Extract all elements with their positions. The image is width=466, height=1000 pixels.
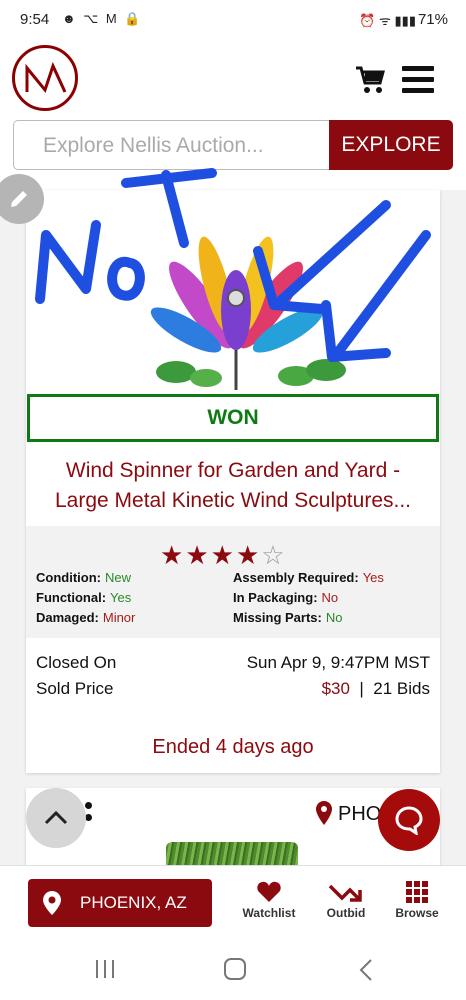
damaged-label: Damaged: bbox=[36, 610, 99, 625]
sold-price-value: $30 | 21 Bids bbox=[322, 679, 430, 699]
menu-icon[interactable] bbox=[402, 66, 434, 99]
product-title[interactable]: Wind Spinner for Garden and Yard - Large… bbox=[26, 456, 440, 516]
nav-watchlist[interactable]: Watchlist bbox=[237, 880, 301, 920]
nav-browse[interactable]: Browse bbox=[385, 880, 449, 920]
location-pin-icon bbox=[316, 801, 332, 825]
status-time: 9:54 bbox=[20, 11, 50, 28]
location-pin-icon bbox=[43, 891, 61, 915]
system-status-icons: ⏰ ᯤ ▮▮▮ bbox=[359, 13, 416, 28]
app-screen: 9:54 ☻ ⌥ M 🔒 ⏰ ᯤ ▮▮▮ 71% Explore Nellis … bbox=[0, 0, 466, 1000]
nav-outbid[interactable]: Outbid bbox=[314, 880, 378, 920]
cart-icon[interactable] bbox=[354, 64, 386, 101]
app-header: Explore Nellis Auction... EXPLORE bbox=[0, 40, 466, 190]
closed-on-label: Closed On bbox=[36, 653, 117, 672]
logo-icon[interactable] bbox=[12, 45, 78, 111]
sold-price-label: Sold Price bbox=[36, 679, 114, 698]
details-panel: ★★★★☆ Condition: New Assembly Required: Ye… bbox=[26, 526, 440, 638]
battery-level: 71% bbox=[417, 11, 448, 28]
chat-button[interactable] bbox=[378, 789, 440, 851]
condition-value: New bbox=[104, 570, 131, 585]
location-selector-button[interactable]: PHOENIX, AZ bbox=[28, 879, 212, 927]
closed-on-value: Sun Apr 9, 9:47PM MST bbox=[246, 653, 430, 672]
chat-icon bbox=[395, 806, 423, 835]
status-bar: 9:54 ☻ ⌥ M 🔒 ⏰ ᯤ ▮▮▮ 71% bbox=[0, 0, 466, 40]
scroll-to-top-button[interactable] bbox=[26, 788, 86, 848]
next-listing-card[interactable]: PHO bbox=[26, 788, 440, 868]
product-image[interactable] bbox=[26, 190, 440, 392]
watchlist-label: Watchlist bbox=[242, 906, 296, 920]
heart-icon bbox=[257, 881, 281, 902]
trend-arrow-icon bbox=[328, 884, 362, 902]
product-title-line-2[interactable]: Large Metal Kinetic Wind Sculptures... bbox=[26, 486, 440, 516]
browse-label: Browse bbox=[395, 906, 439, 920]
star-icon: ★ bbox=[235, 540, 262, 570]
bid-count: 21 Bids bbox=[373, 679, 430, 698]
packaging-value: No bbox=[321, 590, 339, 605]
system-navigation-bar bbox=[0, 937, 466, 1000]
explore-button[interactable]: EXPLORE bbox=[329, 120, 453, 170]
star-icon: ★ bbox=[210, 540, 236, 570]
chevron-up-icon bbox=[44, 810, 68, 825]
damaged-detail: Damaged: Minor bbox=[36, 610, 135, 625]
damaged-value: Minor bbox=[102, 610, 136, 625]
condition-label: Condition: bbox=[36, 570, 101, 585]
missing-parts-label: Missing Parts: bbox=[233, 610, 322, 625]
next-listing-location: PHO bbox=[338, 803, 382, 825]
star-rating: ★★★★☆ bbox=[160, 540, 287, 571]
functional-label: Functional: bbox=[36, 590, 107, 605]
functional-detail: Functional: Yes bbox=[36, 590, 131, 605]
assembly-detail: Assembly Required: Yes bbox=[233, 570, 384, 585]
outbid-label: Outbid bbox=[326, 906, 366, 920]
location-label: PHOENIX, AZ bbox=[80, 893, 187, 912]
back-icon[interactable] bbox=[358, 958, 374, 982]
packaging-detail: In Packaging: No bbox=[233, 590, 338, 605]
missing-parts-detail: Missing Parts: No bbox=[233, 610, 342, 625]
packaging-label: In Packaging: bbox=[233, 590, 318, 605]
bottom-navigation: PHOENIX, AZ Watchlist Outbid Browse bbox=[0, 865, 466, 937]
product-title-line-1[interactable]: Wind Spinner for Garden and Yard - bbox=[26, 456, 440, 486]
won-badge: WON bbox=[27, 394, 439, 442]
condition-detail: Condition: New bbox=[36, 570, 131, 585]
notification-icons: ☻ ⌥ M 🔒 bbox=[62, 11, 143, 26]
sold-price: $30 bbox=[321, 679, 350, 698]
star-empty-icon: ☆ bbox=[261, 540, 287, 570]
listing-card[interactable]: WON Wind Spinner for Garden and Yard - L… bbox=[26, 190, 440, 773]
auction-ended-status: Ended 4 days ago bbox=[152, 736, 314, 758]
assembly-value: Yes bbox=[362, 570, 384, 585]
star-icon: ★ bbox=[160, 540, 186, 570]
price-separator: | bbox=[359, 679, 364, 698]
recents-icon[interactable] bbox=[94, 958, 116, 980]
assembly-label: Assembly Required: bbox=[233, 570, 359, 585]
edit-icon bbox=[11, 191, 27, 207]
more-options-icon[interactable] bbox=[85, 802, 92, 826]
home-icon[interactable] bbox=[224, 958, 246, 980]
missing-parts-value: No bbox=[325, 610, 343, 625]
functional-value: Yes bbox=[110, 590, 132, 605]
star-icon: ★ bbox=[185, 540, 211, 570]
grid-icon bbox=[406, 881, 428, 903]
search-input[interactable]: Explore Nellis Auction... bbox=[13, 120, 329, 170]
